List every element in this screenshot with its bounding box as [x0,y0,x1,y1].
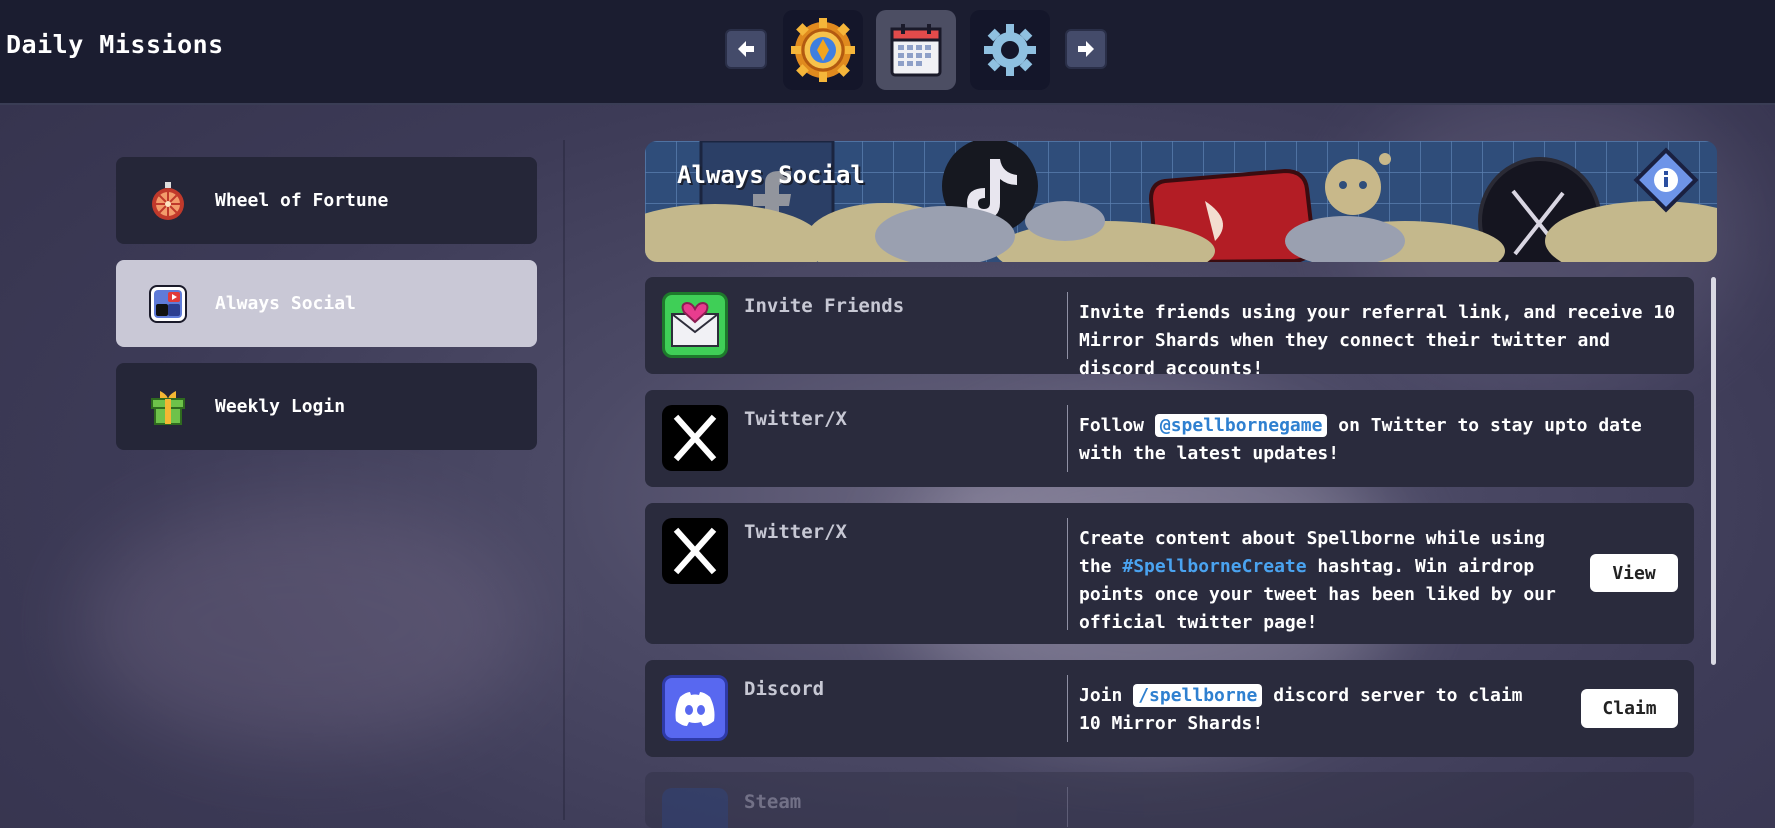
calendar-nav-button[interactable] [876,10,956,90]
twitter-handle-link[interactable]: @spellbornegame [1154,414,1328,437]
mission-divider [1067,787,1068,827]
mission-divider [1067,405,1068,472]
sidebar-item-weekly-login[interactable]: Weekly Login [116,363,537,450]
mission-description: Invite friends using your referral link,… [1079,302,1676,379]
sidebar-item-label: Wheel of Fortune [215,190,389,211]
sidebar-item-label: Weekly Login [215,396,346,417]
view-button[interactable]: View [1590,554,1678,592]
social-icon [148,284,188,324]
mission-card-twitter-create: Twitter/X Create content about Spellborn… [645,503,1694,644]
discord-icon [662,675,728,741]
hashtag: #SpellborneCreate [1122,556,1307,577]
mission-card-steam: Steam [645,772,1694,828]
arrow-left-icon [738,41,754,57]
sidebar-item-label: Always Social [215,293,356,314]
page-title: Daily Missions [6,30,224,59]
sidebar-item-always-social[interactable]: Always Social [116,260,537,347]
x-logo-icon [662,405,728,471]
wheel-icon [148,181,188,221]
mission-name: Invite Friends [744,295,905,317]
steam-icon [662,788,728,828]
mission-divider [1067,675,1068,742]
settings-nav-button[interactable] [970,10,1050,90]
mission-card-twitter-follow: Twitter/X Follow @spellbornegame on Twit… [645,390,1694,487]
prev-arrow-button[interactable] [725,29,767,69]
social-banner-art [645,141,1717,262]
mission-description: Create content about Spellborne while us… [1079,528,1556,633]
arrow-right-icon [1078,41,1094,57]
sidebar-item-wheel-of-fortune[interactable]: Wheel of Fortune [116,157,537,244]
mission-name: Twitter/X [744,521,847,543]
category-banner: Always Social [645,141,1717,262]
gear-icon [984,24,1036,76]
discord-server-link[interactable]: /spellborne [1133,684,1263,707]
background-cloud [80,500,530,750]
top-bar: Daily Missions [0,0,1775,105]
banner-title: Always Social [677,161,865,189]
badge-nav-button[interactable] [783,10,863,90]
envelope-heart-icon [662,292,728,358]
panel-divider [563,140,565,820]
gift-icon [148,387,188,427]
x-logo-icon [662,518,728,584]
missions-scrollbar[interactable] [1711,277,1716,665]
mission-card-invite-friends: Invite Friends Invite friends using your… [645,277,1694,379]
next-arrow-button[interactable] [1065,29,1107,69]
mission-description: Join /spellborne discord server to claim… [1079,684,1523,734]
mission-name: Steam [744,791,802,813]
calendar-icon [890,24,942,77]
mission-divider [1067,292,1068,359]
claim-button[interactable]: Claim [1581,689,1678,728]
mission-name: Discord [744,678,825,700]
mission-divider [1067,518,1068,630]
mission-description: Follow @spellbornegame on Twitter to sta… [1079,414,1642,464]
mission-name: Twitter/X [744,408,847,430]
gold-badge-icon [791,18,855,82]
mission-card-discord: Discord Join /spellborne discord server … [645,660,1694,757]
